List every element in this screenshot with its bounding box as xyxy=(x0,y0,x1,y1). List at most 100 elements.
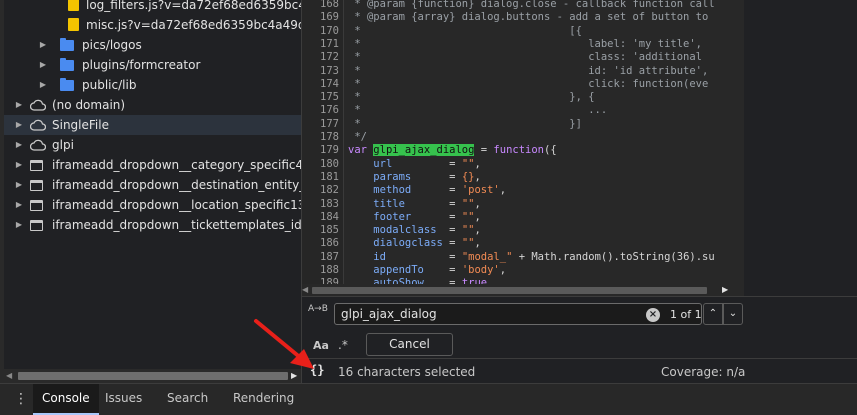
line-number: 187 xyxy=(320,250,339,263)
punctuation: + Math.random().toString(36).su xyxy=(512,250,715,263)
scroll-left-icon[interactable]: ◀ xyxy=(302,284,308,296)
expand-arrow-icon[interactable]: ▶ xyxy=(14,95,24,115)
code-text: * class: 'additional xyxy=(348,51,703,64)
code-text: params = {}, xyxy=(348,171,481,184)
code-line[interactable]: 177 * }] xyxy=(302,118,742,131)
next-match-button[interactable]: ⌄ xyxy=(723,303,743,325)
tree-item[interactable]: ▶ iframeadd_dropdown__destination_entity_… xyxy=(4,175,301,195)
punctuation: , xyxy=(499,184,507,197)
expand-arrow-icon[interactable]: ▶ xyxy=(14,155,24,175)
operator: = xyxy=(436,224,462,237)
line-number: 181 xyxy=(320,170,339,183)
code-line[interactable]: 181 params = {}, xyxy=(302,171,742,184)
property-name: modalclass xyxy=(373,224,437,237)
cancel-button[interactable]: Cancel xyxy=(366,333,453,356)
folder-icon xyxy=(60,78,74,91)
code-line[interactable]: 184 footer = "", xyxy=(302,211,742,224)
tree-item[interactable]: ▶ (no domain) xyxy=(4,95,301,115)
code-line[interactable]: 173 * id: 'id attribute', xyxy=(302,65,742,78)
code-line[interactable]: 175 * }, { xyxy=(302,91,742,104)
scroll-right-icon[interactable]: ▶ xyxy=(722,284,728,296)
line-number: 182 xyxy=(320,184,339,197)
tree-item[interactable]: ▶ iframeadd_dropdown__category_specific43… xyxy=(4,155,301,175)
code-line[interactable]: 174 * click: function(eve xyxy=(302,78,742,91)
tree-item[interactable]: misc.js?v=da72ef68ed6359bc4a49d522 xyxy=(4,15,301,35)
code-line[interactable]: 186 dialogclass = "", xyxy=(302,237,742,250)
tree-item[interactable]: ▶ glpi xyxy=(4,135,301,155)
search-bar: A→B glpi_ajax_dialog × 1 of 1 ⌃ ⌄ Aa .* … xyxy=(302,296,857,358)
expand-arrow-icon[interactable]: ▶ xyxy=(38,75,48,95)
expand-arrow-icon[interactable]: ▶ xyxy=(14,195,24,215)
code-line[interactable]: 180 url = "", xyxy=(302,158,742,171)
operator: = xyxy=(411,184,462,197)
code-line[interactable]: 168 * @param {function} dialog.close - c… xyxy=(302,0,742,11)
file-icon xyxy=(68,0,79,11)
code-text: dialogclass = "", xyxy=(348,237,481,250)
punctuation: , xyxy=(474,237,481,250)
punctuation: ({ xyxy=(544,144,557,157)
string-value: 'body' xyxy=(461,264,500,276)
code-line[interactable]: 182 method = 'post', xyxy=(302,184,742,197)
regex-button[interactable]: .* xyxy=(338,338,348,352)
tree-item[interactable]: ▶ iframeadd_dropdown__tickettemplates_id6… xyxy=(4,215,301,235)
code-line[interactable]: 176 * ... xyxy=(302,104,742,117)
string-value: "" xyxy=(461,210,475,223)
punctuation: , xyxy=(474,210,481,223)
line-number: 174 xyxy=(320,77,339,90)
tree-item[interactable]: log_filters.js?v=da72ef68ed6359bc4a49d52… xyxy=(4,0,301,15)
code-text: appendTo = 'body', xyxy=(348,264,506,277)
code-line[interactable]: 169 * @param {array} dialog.buttons - ad… xyxy=(302,11,742,24)
expand-arrow-icon[interactable]: ▶ xyxy=(14,115,24,135)
selection-status: 16 characters selected xyxy=(338,365,476,379)
string-value: {} xyxy=(461,170,475,183)
frame-icon xyxy=(30,180,43,191)
frame-icon xyxy=(30,200,43,211)
tab-issues[interactable]: Issues xyxy=(96,384,151,415)
tab-rendering[interactable]: Rendering xyxy=(224,384,303,415)
annotation-arrow xyxy=(254,319,314,369)
expand-arrow-icon[interactable]: ▶ xyxy=(38,55,48,75)
code-line[interactable]: 183 title = "", xyxy=(302,198,742,211)
line-number: 175 xyxy=(320,91,339,104)
scrollbar-thumb[interactable] xyxy=(312,287,707,294)
previous-match-button[interactable]: ⌃ xyxy=(703,303,723,325)
line-number: 186 xyxy=(320,237,339,250)
expand-arrow-icon[interactable]: ▶ xyxy=(14,215,24,235)
expand-arrow-icon[interactable]: ▶ xyxy=(38,35,48,55)
string-value: "" xyxy=(461,197,475,210)
code-line[interactable]: 188 appendTo = 'body', xyxy=(302,264,742,277)
search-highlight: glpi_ajax_dialog xyxy=(373,144,475,157)
tree-item[interactable]: ▶ SingleFile xyxy=(4,115,301,135)
clear-search-icon[interactable]: × xyxy=(646,308,660,322)
tab-search[interactable]: Search xyxy=(158,384,217,415)
line-number: 180 xyxy=(320,157,339,170)
expand-arrow-icon[interactable]: ▶ xyxy=(14,175,24,195)
scrollbar-thumb[interactable] xyxy=(18,372,288,380)
tab-console[interactable]: Console xyxy=(33,384,99,415)
keyword: function xyxy=(493,144,544,157)
code-line[interactable]: 185 modalclass = "", xyxy=(302,224,742,237)
tree-item[interactable]: ▶ pics/logos xyxy=(4,35,301,55)
code-line[interactable]: 179 var glpi_ajax_dialog = function({ xyxy=(302,144,742,157)
string-value: 'post' xyxy=(461,184,500,197)
scroll-left-icon[interactable]: ◀ xyxy=(6,369,12,383)
tree-item[interactable]: ▶ public/lib xyxy=(4,75,301,95)
code-line[interactable]: 171 * label: 'my title', xyxy=(302,38,742,51)
code-line[interactable]: 172 * class: 'additional xyxy=(302,51,742,64)
more-options-icon[interactable]: ⋮ xyxy=(14,392,28,406)
tree-item[interactable]: ▶ iframeadd_dropdown__location_specific13… xyxy=(4,195,301,215)
punctuation: , xyxy=(499,264,507,276)
operator: = xyxy=(404,197,462,210)
line-number: 172 xyxy=(320,51,339,64)
tree-item-label: misc.js?v=da72ef68ed6359bc4a49d522 xyxy=(86,18,301,32)
code-line[interactable]: 187 id = "modal_" + Math.random().toStri… xyxy=(302,251,742,264)
editor-horizontal-scrollbar[interactable]: ◀ ▶ xyxy=(302,284,744,296)
code-line[interactable]: 170 * [{ xyxy=(302,25,742,38)
expand-arrow-icon[interactable]: ▶ xyxy=(14,135,24,155)
code-line[interactable]: 178 */ xyxy=(302,131,742,144)
tree-item[interactable]: ▶ plugins/formcreator xyxy=(4,55,301,75)
line-number: 185 xyxy=(320,224,339,237)
